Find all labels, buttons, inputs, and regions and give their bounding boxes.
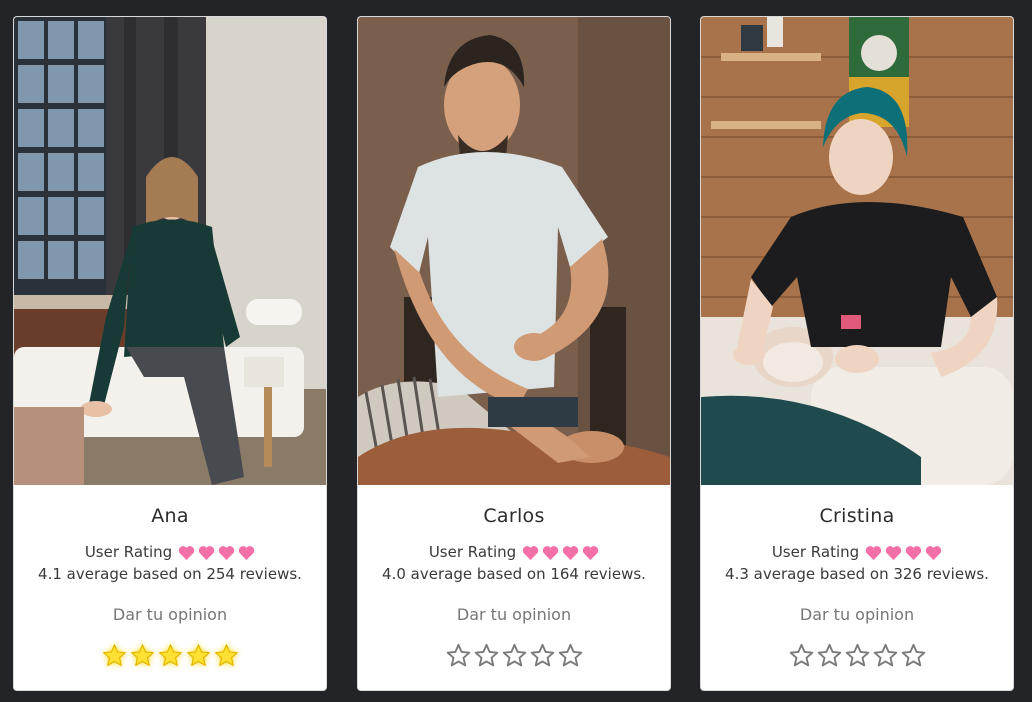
therapist-card-cristina: Cristina User Rating 4.3 average based o… — [701, 17, 1013, 690]
star-icon[interactable] — [214, 643, 239, 668]
heart-icon — [522, 545, 539, 560]
therapist-name: Cristina — [819, 505, 895, 527]
heart-icon — [865, 545, 882, 560]
star-outline-icon[interactable] — [474, 643, 499, 668]
star-outline-icon[interactable] — [446, 643, 471, 668]
average-rating-text: 4.0 average based on 164 reviews. — [382, 565, 646, 583]
heart-icon — [238, 545, 255, 560]
heart-icon — [178, 545, 195, 560]
rating-hearts — [178, 545, 255, 560]
therapist-name: Carlos — [483, 505, 545, 527]
star-icon[interactable] — [102, 643, 127, 668]
star-outline-icon[interactable] — [817, 643, 842, 668]
average-rating-text: 4.3 average based on 326 reviews. — [725, 565, 989, 583]
therapist-card-ana: Ana User Rating 4.1 average based on 254… — [14, 17, 326, 690]
star-rating-input — [14, 643, 326, 668]
heart-icon — [925, 545, 942, 560]
user-rating-label: User Rating — [84, 543, 173, 561]
star-outline-icon[interactable] — [873, 643, 898, 668]
heart-icon — [905, 545, 922, 560]
average-rating-text: 4.1 average based on 254 reviews. — [38, 565, 302, 583]
star-icon[interactable] — [186, 643, 211, 668]
heart-icon — [198, 545, 215, 560]
therapist-photo-carlos — [358, 17, 670, 485]
give-opinion-link[interactable]: Dar tu opinion — [358, 605, 670, 627]
user-rating-label: User Rating — [428, 543, 517, 561]
heart-icon — [885, 545, 902, 560]
star-rating-input — [701, 643, 1013, 668]
give-opinion-link[interactable]: Dar tu opinion — [701, 605, 1013, 627]
user-rating: User Rating — [701, 541, 1013, 563]
heart-icon — [562, 545, 579, 560]
star-outline-icon[interactable] — [502, 643, 527, 668]
user-rating: User Rating — [358, 541, 670, 563]
therapist-photo-cristina — [701, 17, 1013, 485]
star-outline-icon[interactable] — [530, 643, 555, 668]
give-opinion-link[interactable]: Dar tu opinion — [14, 605, 326, 627]
heart-icon — [542, 545, 559, 560]
star-outline-icon[interactable] — [901, 643, 926, 668]
user-rating: User Rating — [14, 541, 326, 563]
star-icon[interactable] — [158, 643, 183, 668]
rating-hearts — [865, 545, 942, 560]
star-outline-icon[interactable] — [789, 643, 814, 668]
heart-icon — [218, 545, 235, 560]
user-rating-label: User Rating — [771, 543, 860, 561]
star-rating-input — [358, 643, 670, 668]
star-outline-icon[interactable] — [845, 643, 870, 668]
therapist-card-carlos: Carlos User Rating 4.0 average based on … — [358, 17, 670, 690]
heart-icon — [582, 545, 599, 560]
therapist-name: Ana — [151, 505, 189, 527]
star-icon[interactable] — [130, 643, 155, 668]
star-outline-icon[interactable] — [558, 643, 583, 668]
therapist-photo-ana — [14, 17, 326, 485]
therapist-grid: Ana User Rating 4.1 average based on 254… — [0, 0, 1032, 702]
rating-hearts — [522, 545, 599, 560]
